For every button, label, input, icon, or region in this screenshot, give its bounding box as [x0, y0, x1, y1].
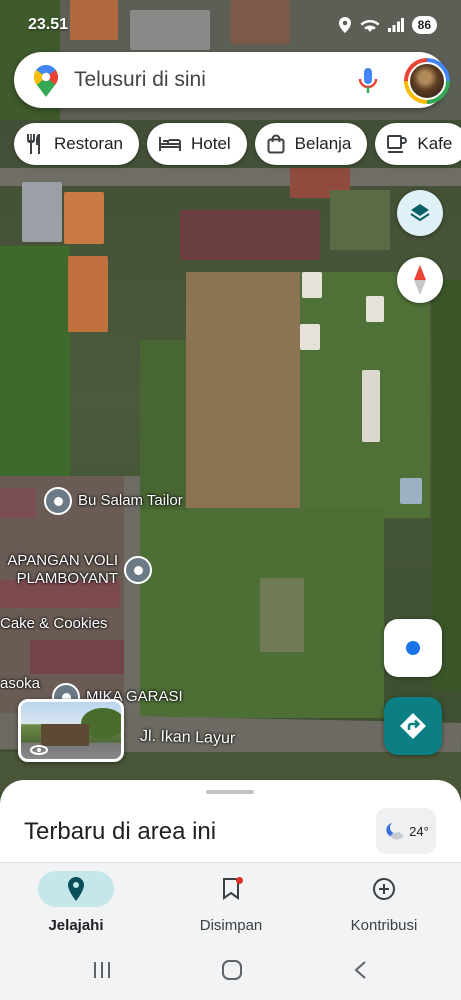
signal-icon [387, 18, 404, 32]
my-location-icon [406, 641, 420, 655]
sheet-drag-handle[interactable] [206, 790, 254, 794]
weather-temp: 24° [409, 823, 429, 839]
street-view-thumbnail[interactable] [18, 699, 124, 762]
street-view-rotate-icon [30, 745, 48, 755]
place-bu-salam-tailor[interactable]: Bu Salam Tailor [44, 487, 183, 515]
road-label: Jl. Ikan Layur [139, 727, 236, 748]
coffee-cup-icon [387, 135, 408, 153]
place-asoka[interactable]: asoka [0, 675, 40, 693]
nav-disimpan[interactable]: Disimpan [156, 871, 306, 934]
notification-dot [236, 877, 243, 884]
nav-kontribusi[interactable]: Kontribusi [309, 871, 459, 934]
chip-belanja[interactable]: Belanja [254, 123, 368, 165]
bed-icon [158, 137, 181, 151]
nav-label: Kontribusi [350, 917, 418, 934]
weather-chip[interactable]: 24° [376, 808, 436, 854]
layers-icon [410, 204, 430, 222]
mic-icon[interactable] [358, 68, 378, 94]
place-pin-icon [44, 487, 72, 515]
status-bar: 23.51 86 [0, 0, 461, 52]
bottom-navigation: Jelajahi Disimpan Kontribusi [0, 862, 461, 942]
location-icon [338, 17, 351, 33]
search-input[interactable]: Telusuri di sini [74, 68, 206, 92]
nav-label: Disimpan [199, 917, 263, 934]
back-icon[interactable] [352, 960, 368, 980]
category-chips: Restoran Hotel Belanja Kafe [14, 123, 461, 165]
wifi-icon [360, 19, 380, 32]
system-navigation-bar [0, 942, 461, 1000]
place-lapangan-voli[interactable]: APANGAN VOLI PLAMBOYANT [0, 552, 152, 588]
compass-button[interactable] [397, 257, 443, 303]
profile-avatar[interactable] [404, 58, 450, 104]
status-time: 23.51 [28, 16, 69, 33]
chip-restoran[interactable]: Restoran [14, 123, 139, 165]
home-icon[interactable] [221, 960, 243, 980]
nav-label: Jelajahi [48, 917, 104, 934]
search-bar[interactable]: Telusuri di sini [14, 52, 450, 108]
explore-pin-icon [68, 877, 84, 901]
place-label: Bu Salam Tailor [78, 492, 183, 509]
sheet-title: Terbaru di area ini [24, 818, 217, 845]
recent-apps-icon[interactable] [92, 960, 112, 980]
place-label: APANGAN VOLI PLAMBOYANT [7, 552, 118, 587]
chip-label: Belanja [294, 134, 352, 153]
chip-label: Restoran [54, 134, 123, 153]
nav-jelajahi[interactable]: Jelajahi [1, 871, 151, 934]
layers-button[interactable] [397, 190, 443, 236]
chip-label: Kafe [417, 134, 453, 153]
shopping-bag-icon [267, 134, 285, 154]
compass-icon [414, 265, 426, 295]
fork-knife-icon [27, 134, 40, 154]
maps-logo-icon [34, 65, 58, 97]
place-cake-cookies[interactable]: Cake & Cookies [0, 615, 108, 633]
chip-label: Hotel [190, 134, 231, 153]
add-circle-icon [373, 878, 395, 900]
my-location-button[interactable] [384, 619, 442, 677]
moon-cloud-icon [386, 823, 404, 840]
directions-icon [400, 713, 426, 739]
chip-kafe[interactable]: Kafe [375, 123, 461, 165]
place-pin-icon [124, 556, 152, 584]
chip-hotel[interactable]: Hotel [146, 123, 247, 165]
battery-level: 86 [411, 16, 437, 34]
directions-button[interactable] [384, 697, 442, 755]
